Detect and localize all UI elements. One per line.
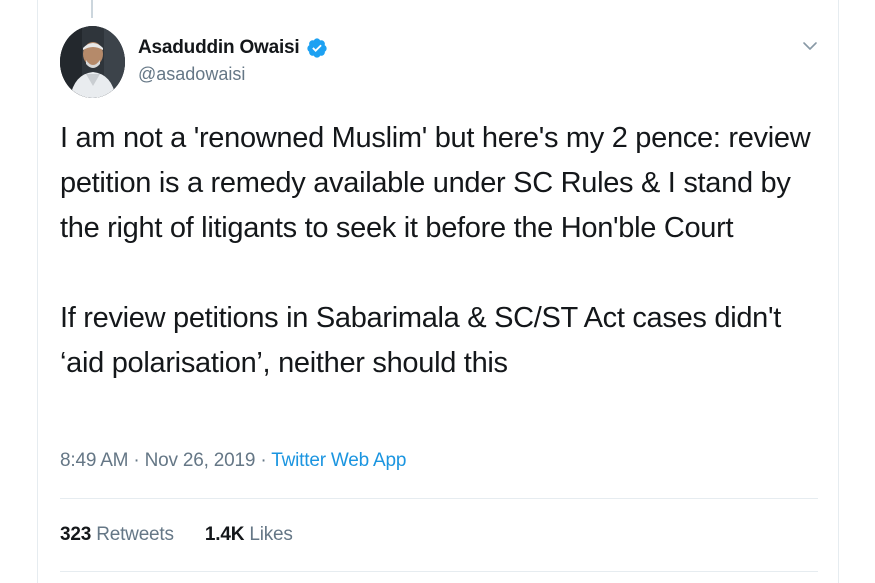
retweets-count: 323 — [60, 524, 92, 545]
tweet-date[interactable]: Nov 26, 2019 — [145, 450, 256, 471]
tweet-text-paragraph: I am not a 'renowned Muslim' but here's … — [60, 122, 811, 244]
meta-separator: · — [260, 450, 267, 471]
author-handle[interactable]: @asadowaisi — [138, 64, 328, 85]
meta-separator: · — [133, 450, 140, 471]
avatar[interactable] — [60, 26, 125, 98]
avatar-image — [60, 26, 125, 98]
tweet-time[interactable]: 8:49 AM — [60, 450, 129, 471]
tweet-text-paragraph: If review petitions in Sabarimala & SC/S… — [60, 302, 781, 379]
divider — [60, 498, 818, 499]
name-row: Asaduddin Owaisi — [138, 36, 328, 60]
likes-label: Likes — [249, 524, 293, 545]
chevron-down-icon[interactable] — [800, 36, 820, 56]
tweet-header: Asaduddin Owaisi @asadowaisi — [138, 36, 328, 85]
retweets-label: Retweets — [96, 524, 174, 545]
author-display-name[interactable]: Asaduddin Owaisi — [138, 37, 300, 59]
tweet-screenshot: Asaduddin Owaisi @asadowaisi I am not a … — [0, 0, 875, 583]
retweets-stat[interactable]: 323 Retweets — [60, 524, 174, 546]
likes-stat[interactable]: 1.4K Likes — [205, 524, 293, 546]
tweet-source-link[interactable]: Twitter Web App — [271, 450, 406, 471]
likes-count: 1.4K — [204, 524, 245, 545]
tweet-stats: 323 Retweets 1.4K Likes — [60, 524, 319, 546]
divider — [60, 571, 818, 572]
tweet-text: I am not a 'renowned Muslim' but here's … — [60, 116, 830, 386]
tweet-meta: 8:49 AM · Nov 26, 2019 · Twitter Web App — [60, 450, 406, 472]
tweet-card: Asaduddin Owaisi @asadowaisi I am not a … — [37, 0, 839, 583]
verified-badge-icon — [306, 37, 328, 59]
thread-connector-line — [91, 0, 93, 18]
